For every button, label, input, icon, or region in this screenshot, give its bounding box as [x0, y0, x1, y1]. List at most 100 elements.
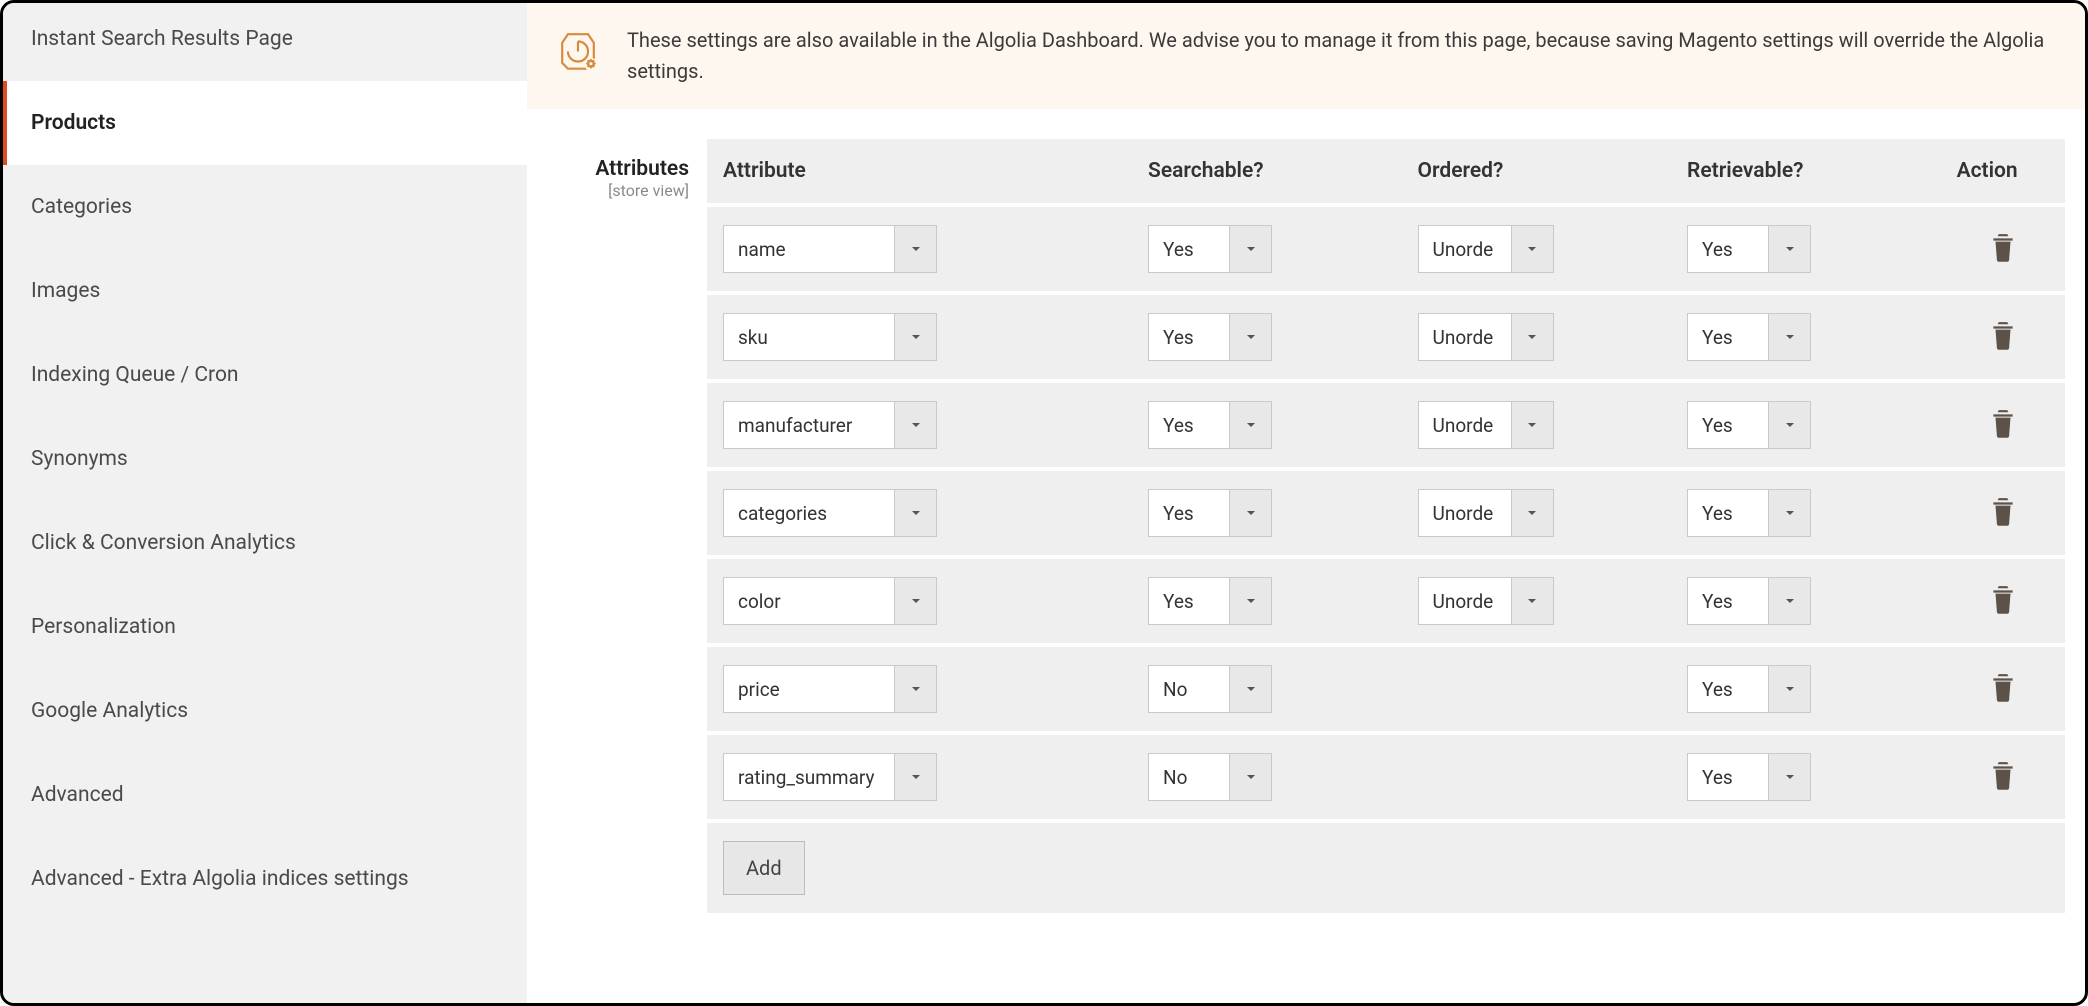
chevron-down-icon — [1768, 402, 1810, 448]
field-scope: [store view] — [527, 181, 689, 200]
retrievable-select[interactable]: Yes — [1687, 665, 1811, 713]
add-button[interactable]: Add — [723, 841, 805, 895]
chevron-down-icon — [1768, 226, 1810, 272]
table-header-row: Attribute Searchable? Ordered? Retrievab… — [707, 139, 2065, 205]
chevron-down-icon — [1229, 226, 1271, 272]
chevron-down-icon — [894, 666, 936, 712]
chevron-down-icon — [894, 314, 936, 360]
chevron-down-icon — [1511, 490, 1553, 536]
table-row: name Yes Unorde Yes — [707, 205, 2065, 293]
attribute-select[interactable]: color — [723, 577, 937, 625]
trash-icon — [1990, 408, 2016, 443]
attribute-select[interactable]: categories — [723, 489, 937, 537]
sidebar-item-instant-search-results-page[interactable]: Instant Search Results Page — [3, 3, 527, 81]
trash-icon — [1990, 672, 2016, 707]
retrievable-select[interactable]: Yes — [1687, 753, 1811, 801]
attribute-select-value: price — [724, 666, 894, 712]
ordered-select-value: Unorde — [1419, 490, 1511, 536]
sidebar-item-google-analytics[interactable]: Google Analytics — [3, 669, 527, 753]
searchable-select-value: Yes — [1149, 314, 1229, 360]
retrievable-select[interactable]: Yes — [1687, 577, 1811, 625]
searchable-select-value: Yes — [1149, 226, 1229, 272]
retrievable-select[interactable]: Yes — [1687, 489, 1811, 537]
searchable-select[interactable]: No — [1148, 665, 1272, 713]
chevron-down-icon — [1768, 754, 1810, 800]
delete-button[interactable] — [1990, 408, 2016, 443]
searchable-select-value: No — [1149, 754, 1229, 800]
ordered-select-value: Unorde — [1419, 402, 1511, 448]
table-row: color Yes Unorde Yes — [707, 557, 2065, 645]
delete-button[interactable] — [1990, 320, 2016, 355]
sidebar-item-synonyms[interactable]: Synonyms — [3, 417, 527, 501]
ordered-select-value: Unorde — [1419, 578, 1511, 624]
attribute-select[interactable]: price — [723, 665, 937, 713]
field-label-block: Attributes [store view] — [527, 139, 707, 200]
retrievable-select-value: Yes — [1688, 578, 1768, 624]
retrievable-select-value: Yes — [1688, 666, 1768, 712]
chevron-down-icon — [1511, 226, 1553, 272]
attribute-select-value: sku — [724, 314, 894, 360]
searchable-select-value: Yes — [1149, 490, 1229, 536]
trash-icon — [1990, 496, 2016, 531]
trash-icon — [1990, 584, 2016, 619]
retrievable-select[interactable]: Yes — [1687, 401, 1811, 449]
delete-button[interactable] — [1990, 672, 2016, 707]
chevron-down-icon — [1768, 314, 1810, 360]
field-label: Attributes — [527, 157, 689, 181]
delete-button[interactable] — [1990, 232, 2016, 267]
sidebar-item-personalization[interactable]: Personalization — [3, 585, 527, 669]
ordered-select[interactable]: Unorde — [1418, 401, 1554, 449]
ordered-select[interactable]: Unorde — [1418, 489, 1554, 537]
retrievable-select[interactable]: Yes — [1687, 313, 1811, 361]
attribute-select[interactable]: name — [723, 225, 937, 273]
ordered-select[interactable]: Unorde — [1418, 577, 1554, 625]
searchable-select[interactable]: Yes — [1148, 489, 1272, 537]
ordered-select-value: Unorde — [1419, 314, 1511, 360]
sidebar-item-advanced[interactable]: Advanced — [3, 753, 527, 837]
searchable-select[interactable]: Yes — [1148, 577, 1272, 625]
retrievable-select-value: Yes — [1688, 754, 1768, 800]
sidebar: Instant Search Results PageProductsCateg… — [3, 3, 527, 1003]
sidebar-item-images[interactable]: Images — [3, 249, 527, 333]
ordered-select[interactable]: Unorde — [1418, 313, 1554, 361]
table-row: sku Yes Unorde Yes — [707, 293, 2065, 381]
trash-icon — [1990, 760, 2016, 795]
chevron-down-icon — [894, 754, 936, 800]
table-add-row: Add — [707, 821, 2065, 913]
chevron-down-icon — [1511, 578, 1553, 624]
col-header-retrievable: Retrievable? — [1671, 139, 1941, 205]
attribute-select[interactable]: manufacturer — [723, 401, 937, 449]
retrievable-select-value: Yes — [1688, 226, 1768, 272]
sidebar-item-categories[interactable]: Categories — [3, 165, 527, 249]
searchable-select-value: No — [1149, 666, 1229, 712]
trash-icon — [1990, 320, 2016, 355]
sidebar-item-products[interactable]: Products — [3, 81, 527, 165]
sidebar-item-advanced-extra-algolia-indices-settings[interactable]: Advanced - Extra Algolia indices setting… — [3, 837, 527, 921]
attribute-select[interactable]: rating_summary — [723, 753, 937, 801]
attribute-select[interactable]: sku — [723, 313, 937, 361]
ordered-select-value: Unorde — [1419, 226, 1511, 272]
retrievable-select[interactable]: Yes — [1687, 225, 1811, 273]
delete-button[interactable] — [1990, 496, 2016, 531]
ordered-select[interactable]: Unorde — [1418, 225, 1554, 273]
col-header-ordered: Ordered? — [1402, 139, 1672, 205]
searchable-select[interactable]: Yes — [1148, 225, 1272, 273]
searchable-select[interactable]: Yes — [1148, 401, 1272, 449]
table-row: price No Yes — [707, 645, 2065, 733]
chevron-down-icon — [1229, 754, 1271, 800]
table-row: rating_summary No Yes — [707, 733, 2065, 821]
sidebar-item-click-conversion-analytics[interactable]: Click & Conversion Analytics — [3, 501, 527, 585]
chevron-down-icon — [1229, 578, 1271, 624]
delete-button[interactable] — [1990, 760, 2016, 795]
searchable-select[interactable]: No — [1148, 753, 1272, 801]
delete-button[interactable] — [1990, 584, 2016, 619]
searchable-select[interactable]: Yes — [1148, 313, 1272, 361]
table-row: categories Yes Unorde Yes — [707, 469, 2065, 557]
sidebar-item-indexing-queue-cron[interactable]: Indexing Queue / Cron — [3, 333, 527, 417]
chevron-down-icon — [1511, 402, 1553, 448]
chevron-down-icon — [894, 578, 936, 624]
searchable-select-value: Yes — [1149, 578, 1229, 624]
chevron-down-icon — [1229, 490, 1271, 536]
trash-icon — [1990, 232, 2016, 267]
attribute-select-value: rating_summary — [724, 754, 894, 800]
